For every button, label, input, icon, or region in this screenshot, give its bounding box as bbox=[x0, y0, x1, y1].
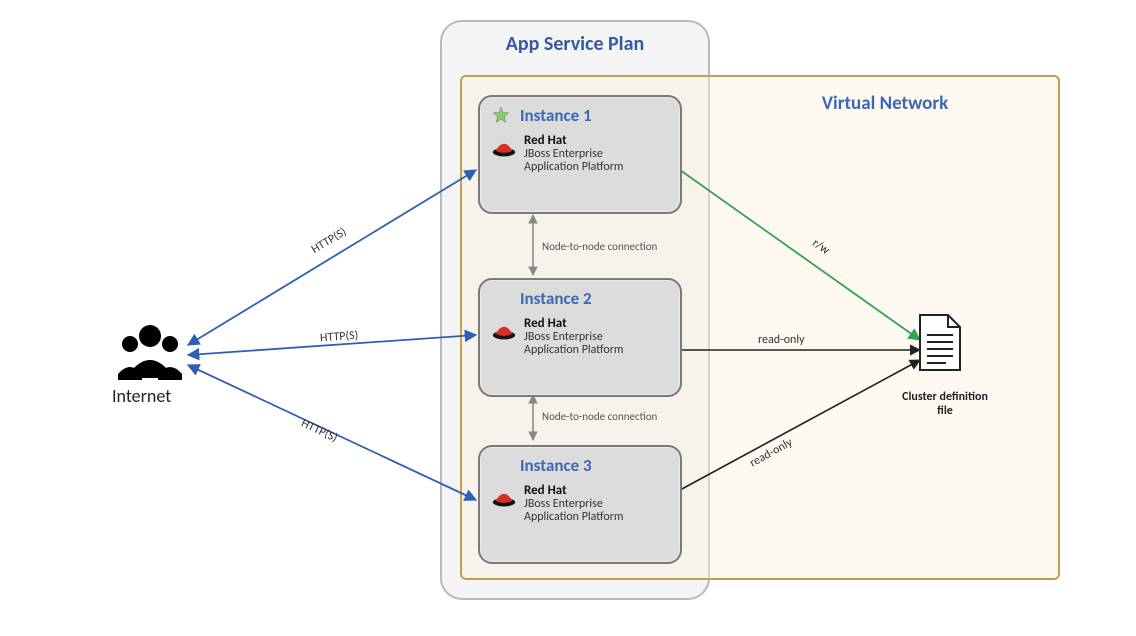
node-instance-1: Instance 1 Red Hat JBoss Enterprise Appl… bbox=[478, 95, 682, 214]
diagram-canvas: App Service Plan Virtual Network bbox=[0, 0, 1136, 636]
title-app-service-plan: App Service Plan bbox=[440, 32, 710, 56]
star-icon bbox=[492, 106, 510, 124]
vendor-sub2: Application Platform bbox=[524, 344, 624, 357]
label-internet: Internet bbox=[112, 385, 171, 407]
instance-title: Instance 3 bbox=[480, 447, 680, 480]
label-http-3: HTTP(S) bbox=[299, 417, 340, 446]
vendor-name: Red Hat bbox=[524, 317, 624, 331]
label-cluster-file: Cluster definition file bbox=[885, 390, 1005, 419]
redhat-icon bbox=[490, 484, 518, 512]
file-label-line1: Cluster definition bbox=[902, 390, 988, 404]
node-instance-2: Instance 2 Red Hat JBoss Enterprise Appl… bbox=[478, 278, 682, 397]
vendor-sub2: Application Platform bbox=[524, 161, 624, 174]
vendor-sub2: Application Platform bbox=[524, 511, 624, 524]
instance-title: Instance 1 bbox=[480, 97, 680, 130]
redhat-icon bbox=[490, 317, 518, 345]
label-http-1: HTTP(S) bbox=[309, 225, 349, 257]
redhat-icon bbox=[490, 134, 518, 162]
instance-title: Instance 2 bbox=[480, 280, 680, 313]
users-icon bbox=[118, 325, 182, 380]
edge-http-1 bbox=[188, 170, 476, 345]
node-instance-3: Instance 3 Red Hat JBoss Enterprise Appl… bbox=[478, 445, 682, 564]
vendor-name: Red Hat bbox=[524, 484, 624, 498]
vendor-name: Red Hat bbox=[524, 134, 624, 148]
title-virtual-network: Virtual Network bbox=[740, 92, 1030, 115]
label-node-conn-1-2: Node-to-node connection bbox=[542, 240, 657, 253]
file-label-line2: file bbox=[937, 404, 953, 418]
label-http-2: HTTP(S) bbox=[320, 329, 359, 346]
label-node-conn-2-3: Node-to-node connection bbox=[542, 410, 657, 423]
label-readonly-2: read-only bbox=[758, 333, 805, 347]
